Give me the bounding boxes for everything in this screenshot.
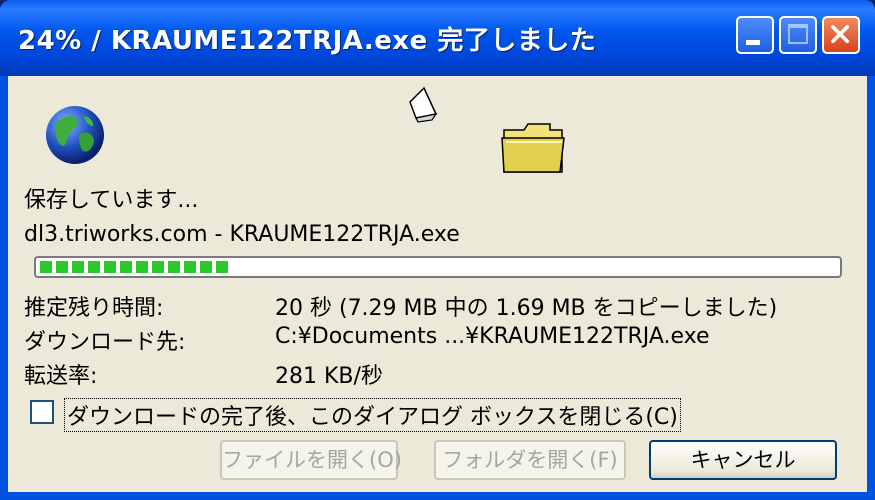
status-text: 保存しています... [24, 188, 199, 213]
close-icon [831, 25, 850, 44]
globe-icon [46, 106, 104, 164]
maximize-button [779, 16, 817, 54]
time-remaining-label: 推定残り時間: [24, 296, 164, 321]
window-frame-left [0, 76, 8, 500]
progress-fill [40, 261, 231, 273]
dialog-body: 保存しています... dl3.triworks.com - KRAUME122T… [8, 76, 867, 492]
transfer-rate-label: 転送率: [24, 364, 98, 389]
download-dialog-window: 24% / KRAUME122TRJA.exe 完了しました 保存しています..… [0, 0, 875, 500]
open-folder-button: フォルダを開く(F) [434, 440, 626, 480]
download-destination-value: C:¥Documents ...¥KRAUME122TRJA.exe [275, 324, 710, 349]
open-file-button: ファイルを開く(O) [220, 440, 402, 480]
window-title: 24% / KRAUME122TRJA.exe 完了しました [18, 26, 597, 56]
window-frame-bottom [0, 492, 875, 500]
download-progress-bar [34, 256, 842, 278]
close-button[interactable] [822, 16, 860, 54]
minimize-button[interactable] [736, 16, 774, 54]
window-frame-right [867, 76, 875, 500]
download-source: dl3.triworks.com - KRAUME122TRJA.exe [24, 222, 460, 247]
minimize-icon [746, 40, 760, 45]
maximize-icon [788, 24, 808, 44]
folder-icon [501, 123, 565, 173]
time-remaining-value: 20 秒 (7.29 MB 中の 1.69 MB をコピーしました) [275, 296, 778, 321]
close-on-complete-label[interactable]: ダウンロードの完了後、このダイアログ ボックスを閉じる(C) [64, 398, 681, 432]
title-bar[interactable]: 24% / KRAUME122TRJA.exe 完了しました [0, 0, 875, 76]
flying-document-icon [409, 86, 438, 123]
transfer-rate-value: 281 KB/秒 [275, 364, 383, 389]
download-destination-label: ダウンロード先: [24, 330, 186, 355]
cancel-button[interactable]: キャンセル [649, 440, 837, 480]
close-on-complete-checkbox[interactable] [30, 400, 54, 424]
